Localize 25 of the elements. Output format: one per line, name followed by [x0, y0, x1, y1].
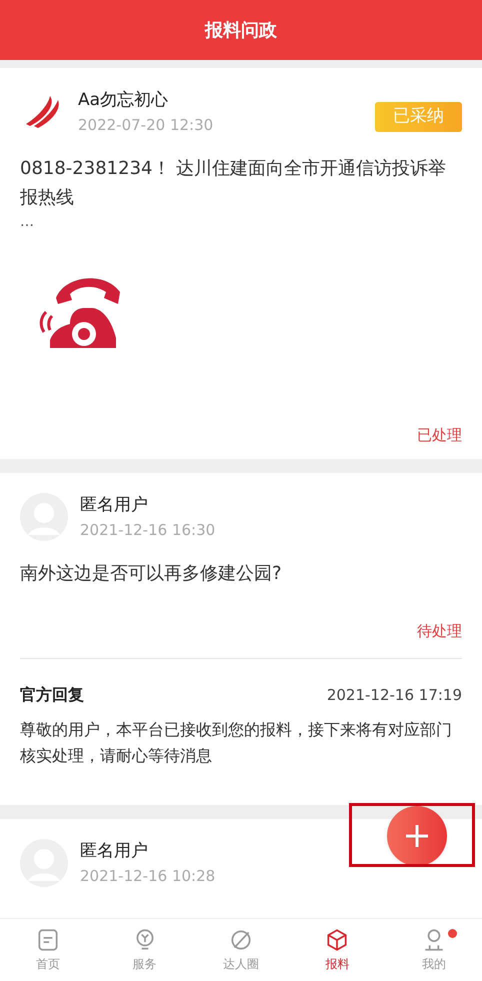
status-label: 已处理	[417, 425, 462, 446]
user-name: 匿名用户	[80, 494, 148, 516]
tab-item[interactable]: 首页	[0, 919, 96, 981]
reply-time: 2021-12-16 17:19	[326, 684, 462, 706]
plus-icon	[404, 823, 430, 849]
post-card[interactable]: 匿名用户 2021-12-16 16:30 南外这边是否可以再多修建公园? 待处理 官方回复 2021-12-16 17:19 尊敬的用户，本平台已接收到您的报料，接下来将有对应部门核实处理，请耐心等待消息	[0, 472, 482, 805]
post-card[interactable]: Aa勿忘初心 2022-07-20 12:30 已采纳 0818-2381234！ 达川住建面向全市开通信访投诉举报热线 … 已处理	[0, 68, 482, 458]
reply-text: 尊敬的用户，本平台已接收到您的报料，接下来将有对应部门核实处理，请耐心等待消息	[20, 719, 453, 767]
tab-item[interactable]: 报料	[289, 919, 386, 981]
status-label: 待处理	[417, 620, 462, 642]
post-content: 0818-2381234！ 达川住建面向全市开通信访投诉举报热线	[20, 157, 448, 210]
user-name: Aa勿忘初心	[78, 89, 168, 112]
post-time: 2021-12-16 10:28	[80, 866, 216, 887]
tab-item[interactable]: 服务	[96, 919, 193, 981]
tab-item[interactable]: 达人圈	[192, 919, 290, 981]
more-ellipsis: …	[20, 213, 35, 232]
post-card[interactable]: 匿名用户 2021-12-16 10:28	[0, 819, 482, 918]
user-name: 匿名用户	[80, 840, 148, 863]
adopted-badge: 已采纳	[375, 102, 462, 132]
page-title: 报料问政	[205, 18, 277, 42]
post-content: 南外这边是否可以再多修建公园?	[20, 562, 283, 586]
reply-title: 官方回复	[20, 684, 84, 706]
post-time: 2022-07-20 12:30	[78, 115, 214, 136]
tab-item[interactable]: 我的	[386, 919, 482, 981]
post-time: 2021-12-16 16:30	[80, 520, 216, 540]
